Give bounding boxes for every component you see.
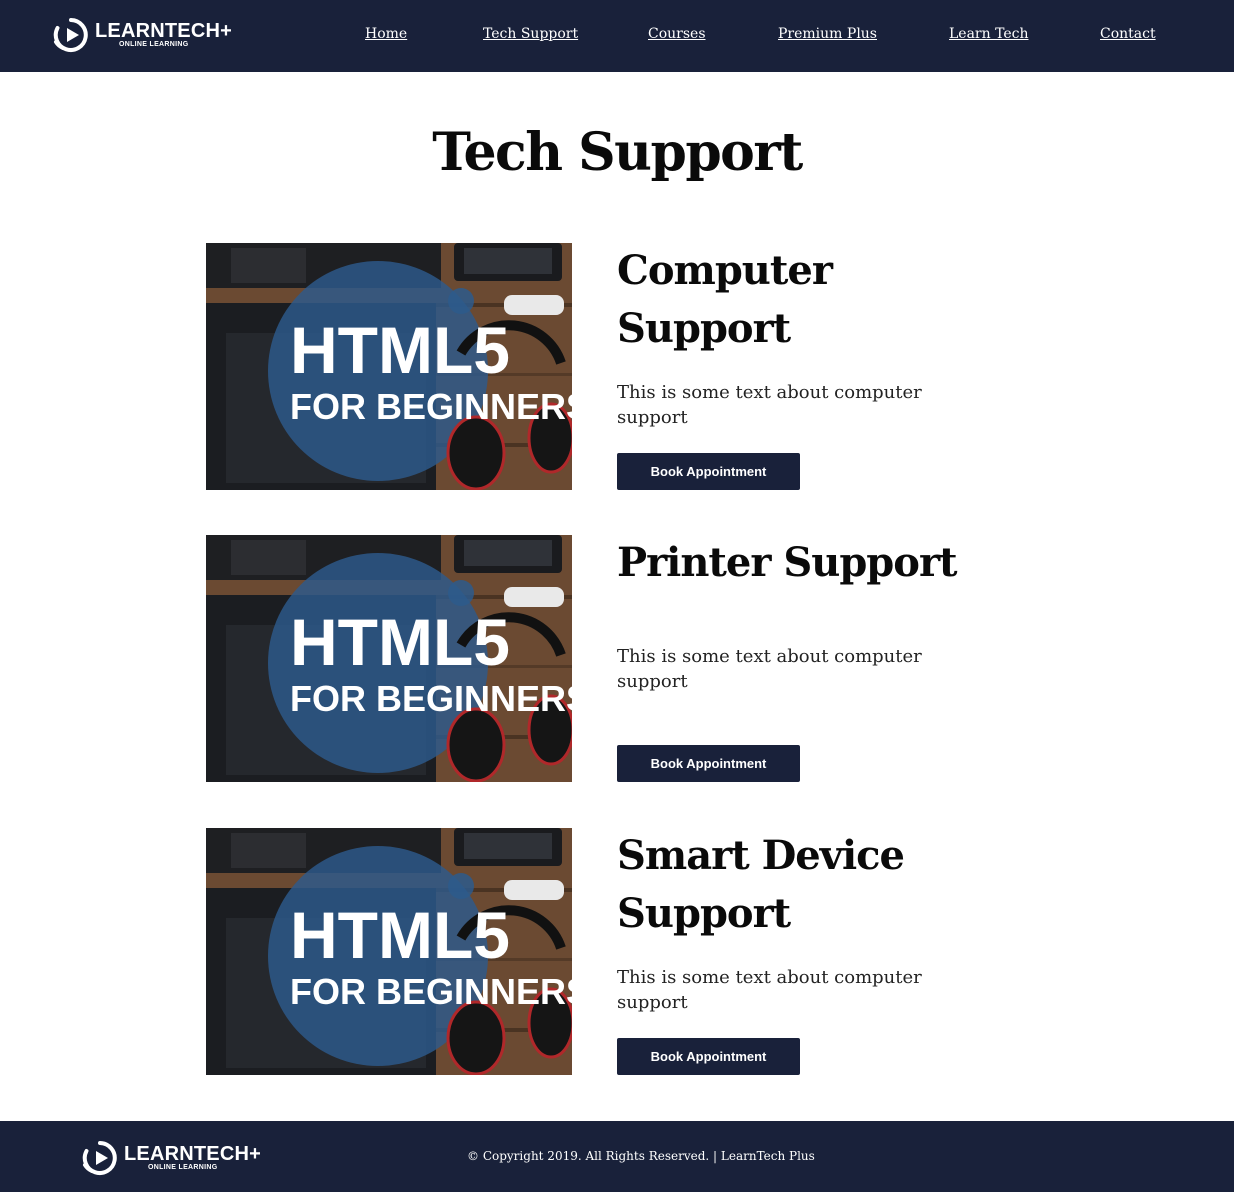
image-line-2: FOR BEGINNERS (290, 971, 572, 1012)
nav-link-home[interactable]: Home (365, 26, 407, 42)
book-appointment-button[interactable]: Book Appointment (617, 745, 800, 782)
course-thumbnail: HTML5 FOR BEGINNERS (206, 828, 572, 1075)
nav-link-contact[interactable]: Contact (1100, 26, 1156, 42)
image-line-1: HTML5 (290, 605, 510, 679)
card-description: This is some text about computer support (617, 646, 922, 692)
course-thumbnail: HTML5 FOR BEGINNERS (206, 243, 572, 490)
course-thumbnail: HTML5 FOR BEGINNERS (206, 535, 572, 782)
nav-link-premium-plus[interactable]: Premium Plus (778, 26, 877, 42)
card-heading: Printer Support (617, 539, 958, 586)
card-heading: Computer Support (617, 247, 833, 352)
image-line-1: HTML5 (290, 313, 510, 387)
book-appointment-button[interactable]: Book Appointment (617, 1038, 800, 1075)
brand-name: LEARNTECH+ (124, 1143, 262, 1165)
nav-link-tech-support[interactable]: Tech Support (483, 26, 578, 42)
top-navbar: LEARNTECH+ ONLINE LEARNING Home Tech Sup… (0, 0, 1234, 72)
image-line-2: FOR BEGINNERS (290, 386, 572, 427)
card-description: This is some text about computer support (617, 967, 922, 1013)
site-footer: LEARNTECH+ ONLINE LEARNING © Copyright 2… (0, 1121, 1234, 1192)
brand-logo[interactable]: LEARNTECH+ ONLINE LEARNING (53, 17, 232, 53)
brand-tagline: ONLINE LEARNING (119, 41, 189, 48)
book-appointment-button[interactable]: Book Appointment (617, 453, 800, 490)
image-line-2: FOR BEGINNERS (290, 678, 572, 719)
play-circle-icon (82, 1141, 117, 1175)
footer-logo[interactable]: LEARNTECH+ ONLINE LEARNING (82, 1140, 261, 1176)
play-circle-icon (53, 18, 88, 52)
image-line-1: HTML5 (290, 898, 510, 972)
brand-tagline: ONLINE LEARNING (148, 1164, 218, 1171)
brand-name: LEARNTECH+ (95, 20, 233, 42)
nav-link-courses[interactable]: Courses (648, 26, 706, 42)
copyright-text: © Copyright 2019. All Rights Reserved. |… (467, 1149, 815, 1163)
nav-link-learn-tech[interactable]: Learn Tech (949, 26, 1028, 42)
card-description: This is some text about computer support (617, 382, 922, 428)
card-heading: Smart Device Support (617, 832, 905, 937)
page-title: Tech Support (432, 122, 803, 183)
